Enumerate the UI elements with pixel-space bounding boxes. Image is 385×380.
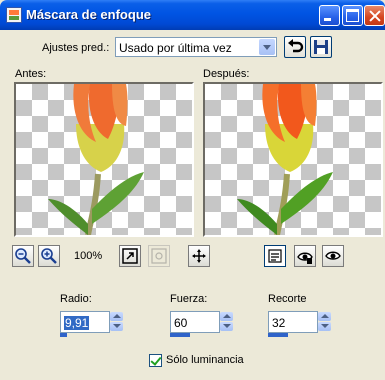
strength-decrement-button[interactable] <box>220 322 233 331</box>
before-label: Antes: <box>15 68 47 80</box>
maximize-button[interactable] <box>342 5 363 26</box>
strength-input[interactable]: 60 <box>170 311 220 333</box>
tulip-image <box>48 84 144 235</box>
undo-arrow-icon <box>288 39 304 53</box>
zoom-out-button[interactable] <box>12 245 34 267</box>
clip-increment-button[interactable] <box>318 312 331 321</box>
strength-field[interactable]: 60 <box>170 311 236 337</box>
after-label: Después: <box>203 68 250 80</box>
mask-icon <box>6 7 22 23</box>
clip-input[interactable]: 32 <box>268 311 318 333</box>
luminance-checkbox[interactable] <box>149 354 162 367</box>
radius-input[interactable]: 9,91 <box>60 311 110 333</box>
luminance-label: Sólo luminancia <box>166 354 244 366</box>
fit-window-button[interactable] <box>119 245 141 267</box>
eye-icon <box>325 251 341 260</box>
visibility-button[interactable] <box>322 245 344 267</box>
tulip-image <box>237 84 333 235</box>
clip-slider-fill[interactable] <box>268 333 288 337</box>
minimize-button[interactable] <box>319 5 340 26</box>
title-bar[interactable]: Máscara de enfoque <box>0 0 385 30</box>
move-icon <box>192 249 206 263</box>
strength-slider-fill[interactable] <box>170 333 190 337</box>
reset-button[interactable] <box>284 36 306 58</box>
radius-label: Radio: <box>60 293 92 305</box>
preview-toggle-icon <box>268 249 282 263</box>
radius-slider-fill[interactable] <box>60 333 67 337</box>
window-title: Máscara de enfoque <box>26 7 151 22</box>
strength-label: Fuerza: <box>170 293 208 305</box>
zoom-in-icon <box>41 248 57 264</box>
presets-dropdown[interactable]: Usado por última vez <box>115 37 277 57</box>
actual-size-icon <box>151 248 167 264</box>
strength-value: 60 <box>174 316 188 330</box>
actual-size-button <box>148 245 170 267</box>
clip-label: Recorte <box>268 293 307 305</box>
floppy-disk-icon <box>314 40 328 54</box>
zoom-in-button[interactable] <box>38 245 60 267</box>
clip-field[interactable]: 32 <box>268 311 334 337</box>
proof-button[interactable] <box>294 245 316 267</box>
radius-increment-button[interactable] <box>110 312 123 321</box>
after-preview[interactable] <box>203 82 383 237</box>
before-preview[interactable] <box>14 82 194 237</box>
clip-decrement-button[interactable] <box>318 322 331 331</box>
radius-value: 9,91 <box>64 316 90 330</box>
proof-icon <box>297 252 313 264</box>
clip-value: 32 <box>272 316 286 330</box>
save-preset-button[interactable] <box>310 36 332 58</box>
close-button[interactable] <box>364 5 385 26</box>
pan-button[interactable] <box>188 245 210 267</box>
radius-decrement-button[interactable] <box>110 322 123 331</box>
zoom-out-icon <box>15 248 31 264</box>
preview-toggle-button[interactable] <box>264 245 286 267</box>
strength-increment-button[interactable] <box>220 312 233 321</box>
zoom-level: 100% <box>74 250 103 262</box>
presets-value: Usado por última vez <box>119 41 232 55</box>
presets-label: Ajustes pred.: <box>42 42 110 54</box>
fit-window-icon <box>122 248 138 264</box>
chevron-down-icon[interactable] <box>259 39 275 55</box>
radius-field[interactable]: 9,91 <box>60 311 126 337</box>
